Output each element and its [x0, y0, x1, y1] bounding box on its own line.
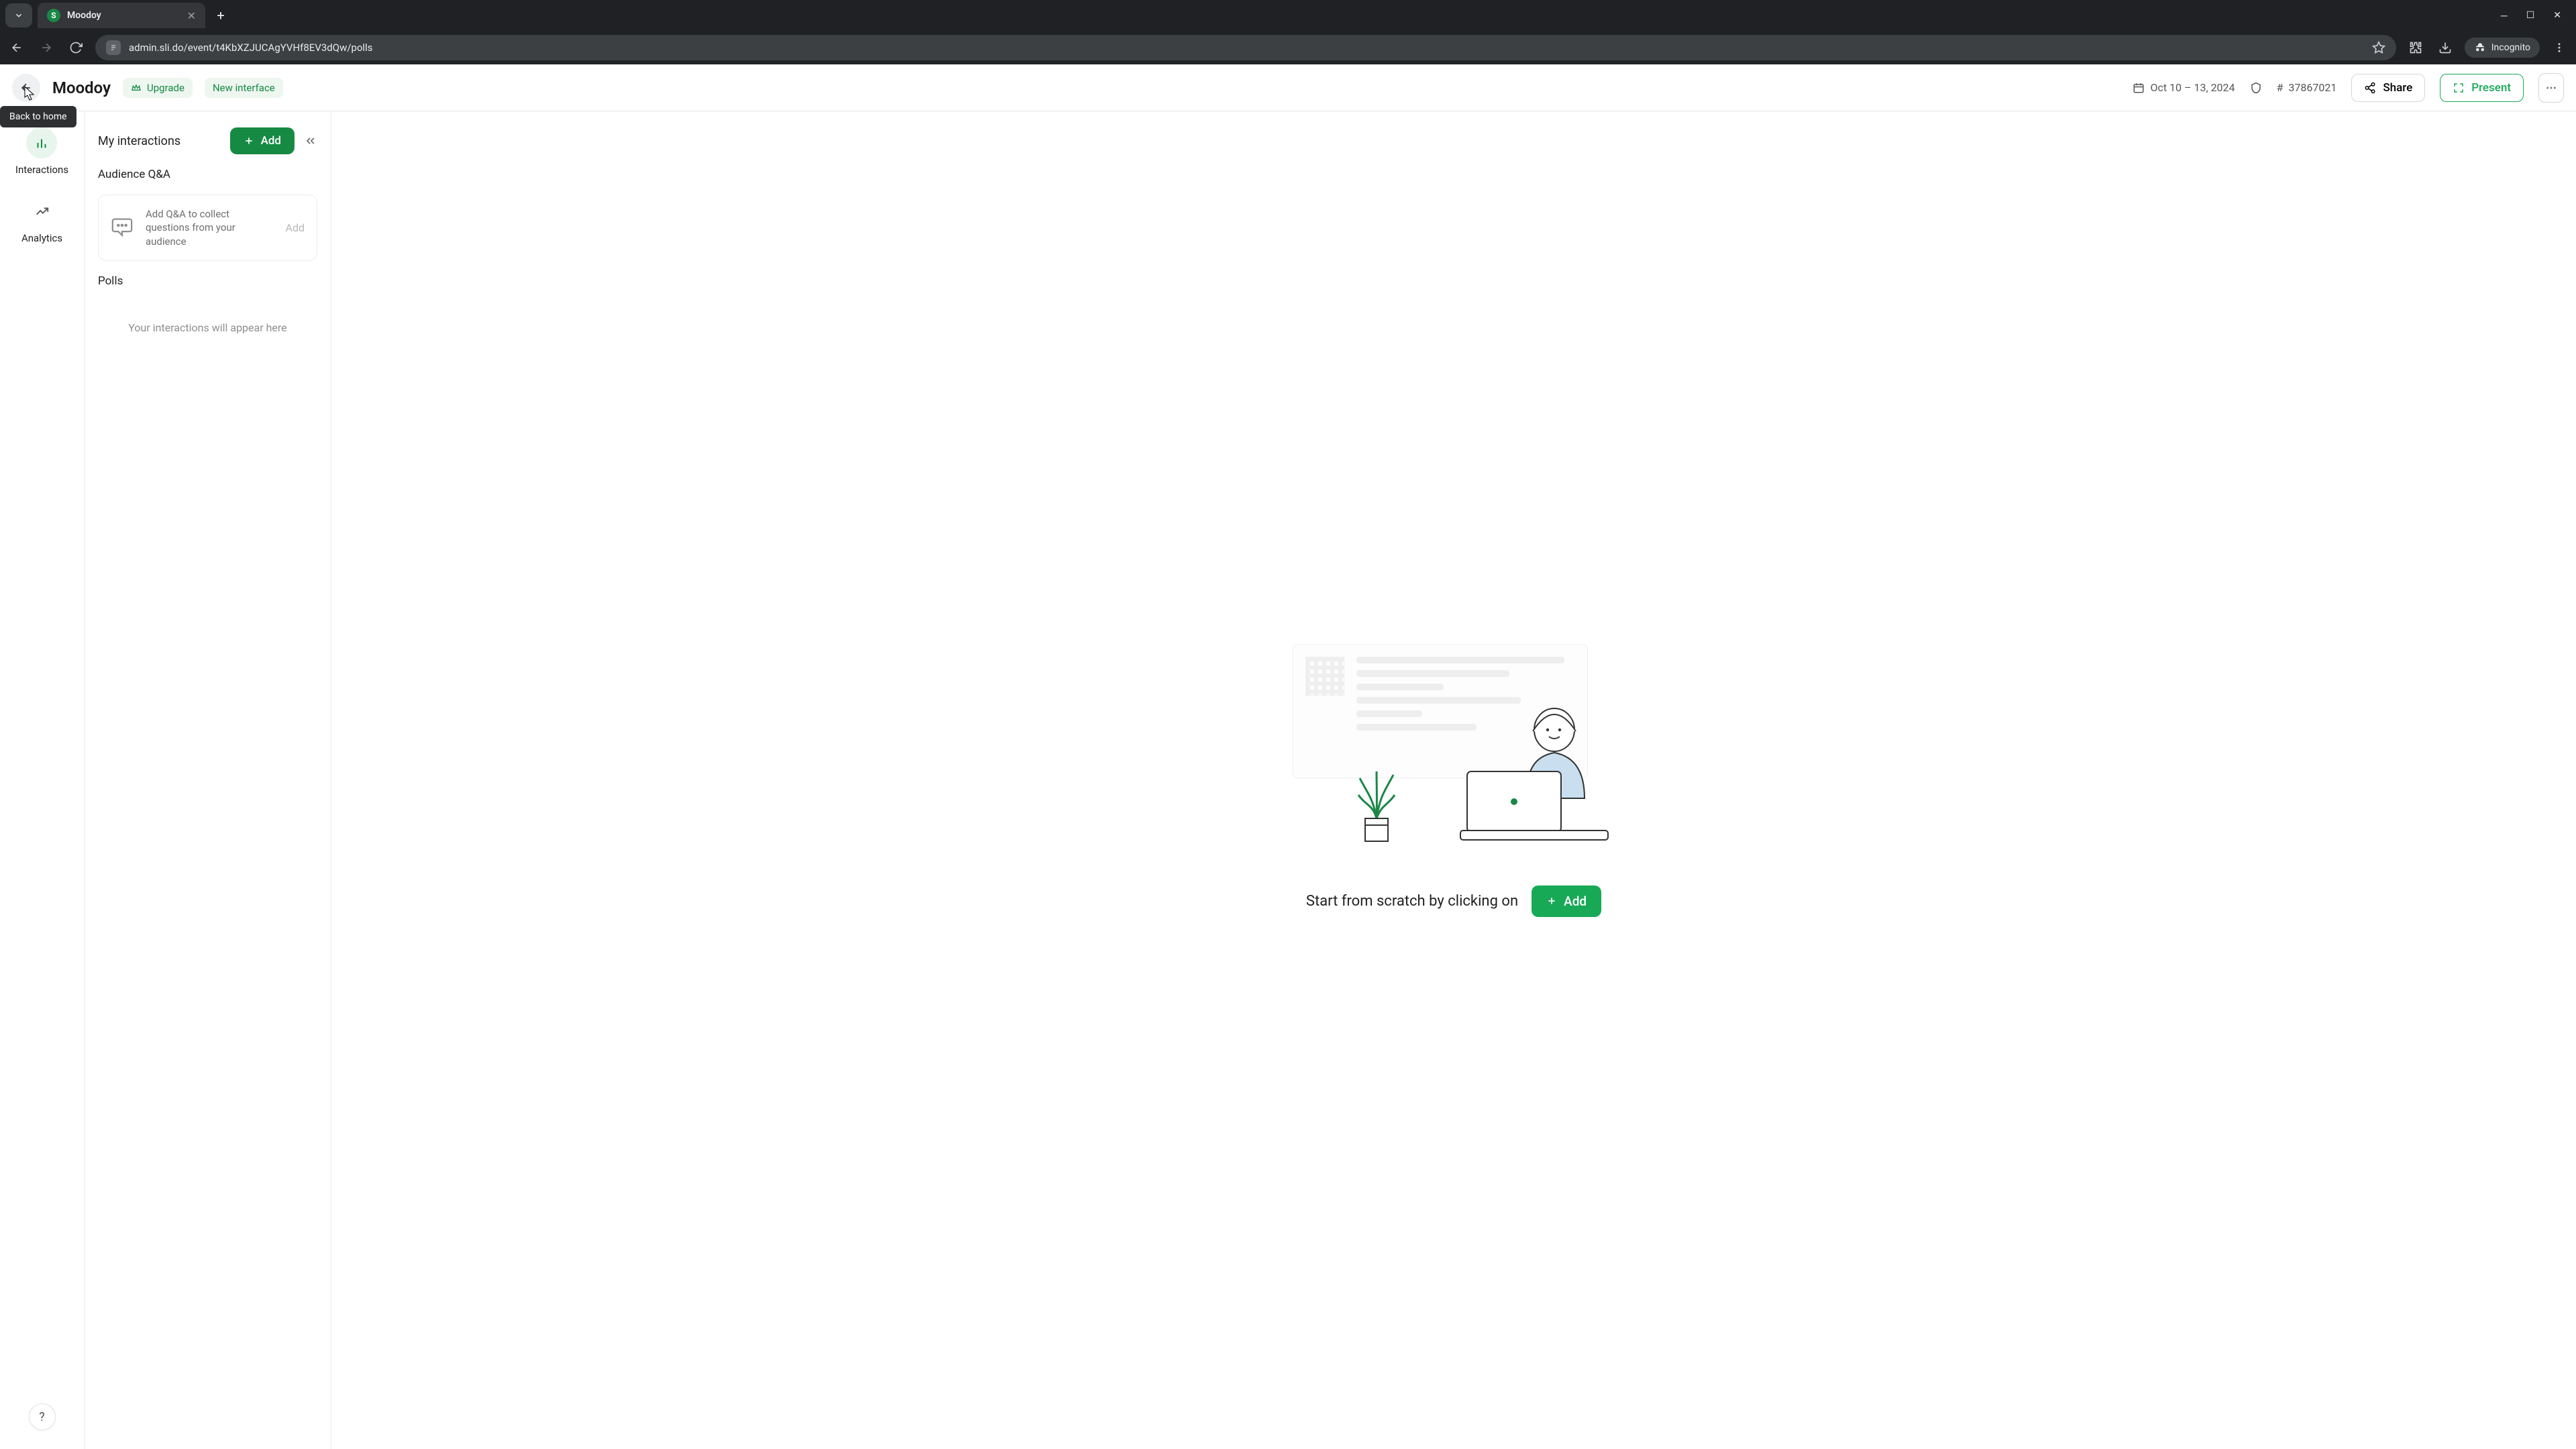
tab-strip: S Moodoy ✕ + ─ ☐ ✕	[0, 0, 2576, 31]
arrow-left-icon	[19, 81, 33, 95]
present-button[interactable]: Present	[2440, 74, 2524, 102]
browser-tab[interactable]: S Moodoy ✕	[38, 3, 205, 28]
fullscreen-icon	[2453, 82, 2465, 94]
plus-icon	[244, 136, 254, 146]
arrow-left-icon	[10, 41, 23, 54]
event-title: Moodoy	[52, 78, 111, 97]
start-text: Start from scratch by clicking on	[1306, 893, 1518, 910]
security-settings-button[interactable]	[2250, 82, 2262, 94]
rail-item-interactions[interactable]: Interactions	[15, 127, 68, 176]
chat-icon	[111, 215, 135, 239]
close-window-button[interactable]: ✕	[2553, 10, 2561, 21]
dots-icon	[2545, 82, 2557, 94]
browser-chrome: S Moodoy ✕ + ─ ☐ ✕ admin.sli.do/event/t4…	[0, 0, 2576, 64]
extensions-button[interactable]	[2406, 38, 2426, 58]
plus-icon	[1546, 896, 1557, 906]
browser-toolbar: admin.sli.do/event/t4KbXZJUCAgYVHf8EV3dQ…	[0, 31, 2576, 64]
download-icon	[2438, 41, 2452, 54]
app: Back to home Moodoy Upgrade New interfac…	[0, 64, 2576, 1449]
chevrons-left-icon	[304, 134, 317, 148]
address-bar[interactable]: admin.sli.do/event/t4KbXZJUCAgYVHf8EV3dQ…	[95, 35, 2396, 60]
rail-label: Interactions	[15, 164, 68, 176]
share-button[interactable]: Share	[2351, 74, 2425, 102]
hash-icon: #	[2277, 81, 2284, 94]
rail-item-analytics[interactable]: Analytics	[21, 196, 62, 244]
qr-icon	[1305, 657, 1344, 696]
incognito-indicator[interactable]: Incognito	[2465, 38, 2540, 58]
app-body: Interactions Analytics ? My interactions…	[0, 111, 2576, 1449]
more-options-button[interactable]	[2538, 73, 2564, 103]
puzzle-icon	[2409, 41, 2422, 54]
share-icon	[2364, 82, 2376, 94]
event-code-text: 37867021	[2288, 81, 2337, 94]
qa-add-card[interactable]: Add Q&A to collect questions from your a…	[98, 195, 317, 261]
calendar-icon	[2133, 82, 2145, 94]
polls-empty-text: Your interactions will appear here	[98, 321, 317, 334]
start-prompt: Start from scratch by clicking on Add	[1306, 885, 1601, 917]
reload-icon	[69, 41, 83, 54]
main-canvas: Start from scratch by clicking on Add	[331, 111, 2576, 1449]
bar-chart-icon	[34, 136, 49, 150]
nav-forward-button[interactable]	[36, 38, 56, 58]
bookmark-button[interactable]	[2372, 41, 2385, 54]
plant-icon	[1346, 758, 1407, 845]
present-label: Present	[2471, 81, 2511, 95]
new-interface-label: New interface	[213, 82, 275, 94]
upgrade-button[interactable]: Upgrade	[123, 78, 193, 98]
event-date-range: Oct 10 – 13, 2024	[2133, 81, 2235, 94]
arrow-right-icon	[40, 41, 53, 54]
incognito-label: Incognito	[2491, 42, 2530, 53]
qa-add-button[interactable]: Add	[286, 221, 305, 234]
polls-heading: Polls	[98, 274, 317, 288]
tab-search-button[interactable]	[5, 3, 32, 28]
minimize-button[interactable]: ─	[2501, 10, 2508, 21]
upgrade-label: Upgrade	[147, 82, 184, 94]
add-label: Add	[1564, 894, 1587, 909]
empty-state-illustration	[1266, 644, 1642, 845]
help-button[interactable]: ?	[29, 1403, 56, 1430]
date-text: Oct 10 – 13, 2024	[2150, 81, 2235, 94]
crown-icon	[131, 83, 142, 93]
trend-up-icon	[35, 204, 50, 219]
shield-icon	[2250, 82, 2262, 94]
kebab-icon	[2553, 42, 2565, 54]
new-tab-button[interactable]: +	[211, 7, 231, 23]
share-label: Share	[2383, 81, 2412, 95]
url-text: admin.sli.do/event/t4KbXZJUCAgYVHf8EV3dQ…	[129, 42, 373, 54]
qa-heading: Audience Q&A	[98, 168, 317, 181]
chevron-down-icon	[14, 11, 23, 20]
add-label: Add	[261, 134, 281, 148]
app-header: Back to home Moodoy Upgrade New interfac…	[0, 64, 2576, 111]
question-icon: ?	[39, 1410, 45, 1424]
tab-title: Moodoy	[67, 10, 180, 21]
incognito-icon	[2474, 42, 2486, 54]
star-icon	[2372, 41, 2385, 54]
tab-close-button[interactable]: ✕	[187, 9, 196, 22]
back-to-home-button[interactable]: Back to home	[12, 74, 40, 102]
downloads-button[interactable]	[2435, 38, 2455, 58]
person-laptop-icon	[1454, 698, 1615, 845]
favicon-icon: S	[47, 9, 60, 22]
window-controls: ─ ☐ ✕	[2501, 10, 2571, 21]
panel-title: My interactions	[98, 134, 180, 148]
maximize-button[interactable]: ☐	[2526, 10, 2535, 21]
qa-prompt-text: Add Q&A to collect questions from your a…	[146, 207, 275, 248]
collapse-panel-button[interactable]	[304, 134, 317, 148]
reload-button[interactable]	[66, 38, 86, 58]
interactions-panel: My interactions Add Audience Q&A Add Q&A…	[85, 111, 331, 1449]
browser-menu-button[interactable]	[2549, 38, 2569, 58]
event-code[interactable]: # 37867021	[2277, 81, 2337, 94]
new-interface-badge[interactable]: New interface	[205, 78, 283, 98]
add-interaction-button[interactable]: Add	[230, 127, 294, 154]
canvas-add-button[interactable]: Add	[1532, 885, 1601, 917]
site-info-icon[interactable]	[106, 40, 121, 55]
nav-rail: Interactions Analytics ?	[0, 111, 85, 1449]
rail-label: Analytics	[21, 232, 62, 244]
nav-back-button[interactable]	[7, 38, 27, 58]
